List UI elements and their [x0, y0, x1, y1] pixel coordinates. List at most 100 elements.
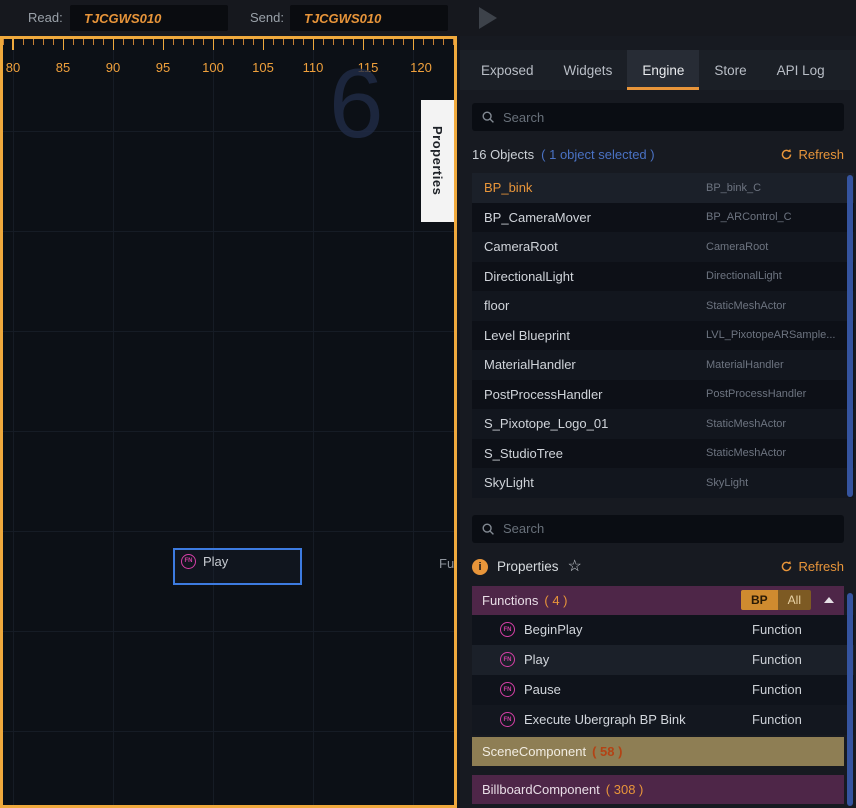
properties-header: i Properties ☆ Refresh — [472, 557, 844, 577]
refresh-properties-button[interactable]: Refresh — [780, 559, 844, 574]
search-icon — [481, 110, 495, 124]
function-type: Function — [752, 652, 802, 667]
object-name: S_StudioTree — [484, 446, 563, 461]
objects-list: BP_bink BP_bink_C BP_CameraMover BP_ARCo… — [472, 173, 854, 498]
ruler-number: 105 — [252, 60, 274, 75]
search-input[interactable] — [503, 521, 835, 536]
tab-exposed[interactable]: Exposed — [466, 50, 549, 90]
tab-widgets[interactable]: Widgets — [549, 50, 628, 90]
ruler-number: 95 — [156, 60, 170, 75]
function-icon: FN — [181, 554, 196, 569]
function-icon: FN — [500, 712, 515, 727]
star-icon[interactable]: ☆ — [568, 559, 582, 575]
section-header-functions[interactable]: Functions ( 4 ) BP All — [472, 586, 844, 615]
tab-store[interactable]: Store — [699, 50, 761, 90]
ruler-number: 120 — [410, 60, 432, 75]
function-icon: FN — [500, 652, 515, 667]
function-row-beginplay[interactable]: FN BeginPlay Function — [472, 615, 854, 645]
tab-api-log[interactable]: API Log — [762, 50, 840, 90]
function-type: Function — [752, 622, 802, 637]
object-type: StaticMeshActor — [706, 418, 852, 430]
info-icon[interactable]: i — [472, 559, 488, 575]
object-type: MaterialHandler — [706, 359, 852, 371]
object-type: LVL_PixotopeARSample... — [706, 329, 852, 341]
function-name: BeginPlay — [524, 622, 583, 637]
ruler-number: 100 — [202, 60, 224, 75]
object-row-materialhandler[interactable]: MaterialHandler MaterialHandler — [472, 350, 854, 380]
tab-engine[interactable]: Engine — [627, 50, 699, 90]
object-name: BP_CameraMover — [484, 210, 591, 225]
panel-tab-bar: Exposed Widgets Engine Store API Log — [460, 50, 856, 90]
section-header-scenecomponent[interactable]: SceneComponent ( 58 ) — [472, 737, 844, 766]
scene-viewport[interactable]: 80 85 90 95 100 105 110 115 120 6 Proper… — [0, 36, 457, 808]
filter-bp-button[interactable]: BP — [741, 590, 778, 610]
filter-all-button[interactable]: All — [778, 590, 811, 610]
properties-search[interactable] — [472, 515, 844, 543]
refresh-objects-button[interactable]: Refresh — [780, 147, 844, 162]
drag-ghost-play: FN Play — [173, 548, 302, 585]
ruler-number: 90 — [106, 60, 120, 75]
properties-scrollbar[interactable] — [847, 593, 853, 806]
object-type: CameraRoot — [706, 241, 852, 253]
objects-search[interactable] — [472, 103, 844, 131]
objects-count: 16 Objects — [472, 147, 534, 162]
function-type: Function — [752, 712, 802, 727]
section-title: SceneComponent — [482, 744, 586, 759]
refresh-label: Refresh — [798, 147, 844, 162]
object-row-s-studiotree[interactable]: S_StudioTree StaticMeshActor — [472, 439, 854, 469]
object-name: MaterialHandler — [484, 357, 576, 372]
object-type: StaticMeshActor — [706, 300, 852, 312]
object-name: floor — [484, 298, 509, 313]
refresh-icon — [780, 560, 793, 573]
section-count: ( 58 ) — [592, 744, 622, 759]
object-row-level-blueprint[interactable]: Level Blueprint LVL_PixotopeARSample... — [472, 321, 854, 351]
read-channel-input[interactable] — [70, 5, 228, 31]
objects-scrollbar[interactable] — [847, 175, 853, 497]
object-row-floor[interactable]: floor StaticMeshActor — [472, 291, 854, 321]
engine-panel: Exposed Widgets Engine Store API Log 16 … — [460, 36, 856, 808]
refresh-icon — [780, 148, 793, 161]
object-row-bp-cameramover[interactable]: BP_CameraMover BP_ARControl_C — [472, 203, 854, 233]
objects-header: 16 Objects ( 1 object selected ) Refresh — [472, 145, 844, 163]
top-bar: Read: Send: — [0, 0, 856, 36]
search-input[interactable] — [503, 110, 835, 125]
functions-list: FN BeginPlay Function FN Play Function F… — [472, 615, 854, 735]
ruler-major-ticks — [3, 39, 454, 50]
ruler-number: 110 — [303, 60, 324, 75]
drag-ghost-label: Play — [203, 554, 228, 569]
read-label: Read: — [28, 10, 63, 25]
object-type: DirectionalLight — [706, 270, 852, 282]
section-count: ( 4 ) — [544, 593, 567, 608]
play-icon[interactable] — [479, 7, 497, 29]
function-row-play[interactable]: FN Play Function — [472, 645, 854, 675]
section-header-billboardcomponent[interactable]: BillboardComponent ( 308 ) — [472, 775, 844, 804]
object-row-skylight[interactable]: SkyLight SkyLight — [472, 468, 854, 498]
function-row-execute-ubergraph[interactable]: FN Execute Ubergraph BP Bink Function — [472, 705, 854, 735]
object-name: S_Pixotope_Logo_01 — [484, 416, 608, 431]
object-type: StaticMeshActor — [706, 447, 852, 459]
object-type: SkyLight — [706, 477, 852, 489]
object-row-postprocesshandler[interactable]: PostProcessHandler PostProcessHandler — [472, 380, 854, 410]
section-title: BillboardComponent — [482, 782, 600, 797]
chevron-up-icon[interactable] — [824, 597, 834, 603]
ruler-number: 80 — [6, 60, 20, 75]
object-name: DirectionalLight — [484, 269, 574, 284]
object-type: PostProcessHandler — [706, 388, 852, 400]
object-row-directionallight[interactable]: DirectionalLight DirectionalLight — [472, 262, 854, 292]
send-channel-input[interactable] — [290, 5, 448, 31]
function-row-pause[interactable]: FN Pause Function — [472, 675, 854, 705]
object-type: BP_bink_C — [706, 182, 852, 194]
object-name: CameraRoot — [484, 239, 558, 254]
search-icon — [481, 522, 495, 536]
object-row-cameraroot[interactable]: CameraRoot CameraRoot — [472, 232, 854, 262]
send-label: Send: — [250, 10, 284, 25]
function-type: Function — [752, 682, 802, 697]
object-name: Level Blueprint — [484, 328, 570, 343]
object-row-s-pixotope-logo[interactable]: S_Pixotope_Logo_01 StaticMeshActor — [472, 409, 854, 439]
ruler-number: 85 — [56, 60, 70, 75]
properties-title: Properties — [497, 559, 559, 574]
properties-side-tab[interactable]: Properties — [421, 100, 454, 222]
function-name: Pause — [524, 682, 561, 697]
object-row-bp-bink[interactable]: BP_bink BP_bink_C — [472, 173, 854, 203]
refresh-label: Refresh — [798, 559, 844, 574]
